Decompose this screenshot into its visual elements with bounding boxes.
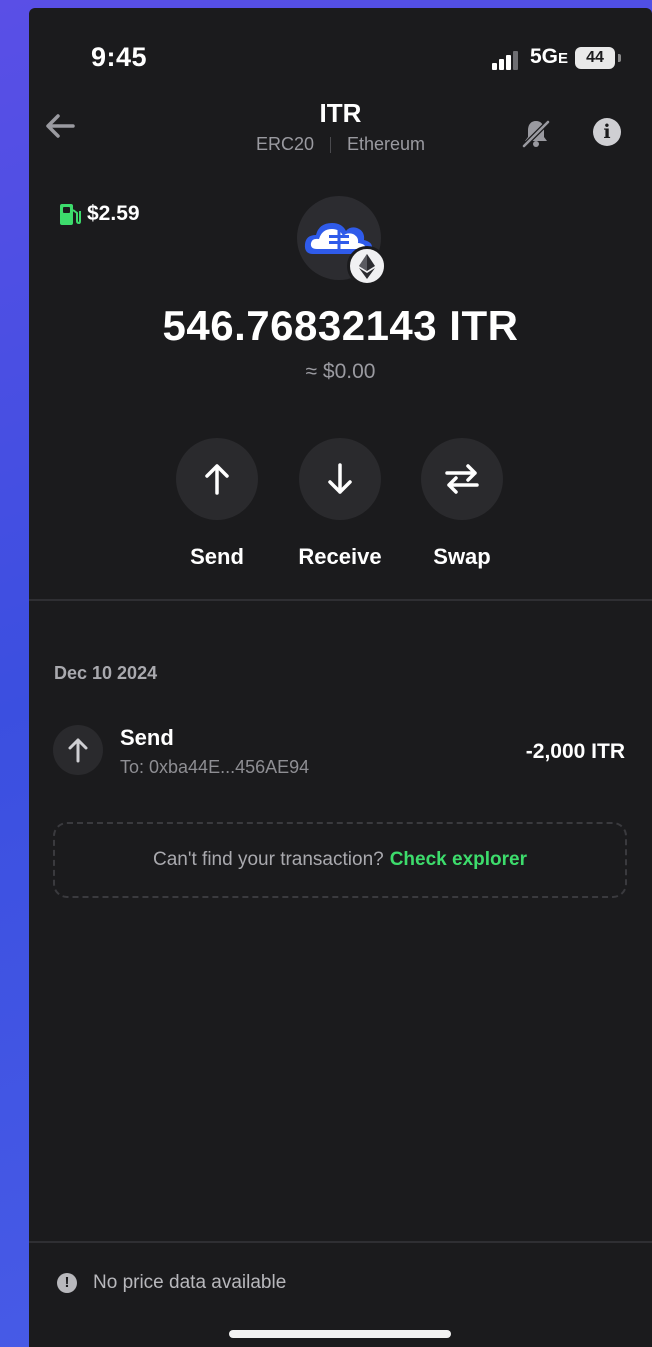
token-standard: ERC20 <box>255 134 314 154</box>
explorer-prompt: Can't find your transaction? Check explor… <box>53 822 627 898</box>
price-notice: ! No price data available <box>57 1268 286 1298</box>
gas-pump-icon <box>60 204 81 225</box>
token-network: Ethereum <box>346 134 426 154</box>
network-indicator: 5GE <box>530 45 569 68</box>
transaction-title: Send <box>120 725 174 750</box>
footer-divider <box>29 1241 652 1243</box>
swap-button[interactable]: Swap <box>420 438 504 570</box>
transaction-amount: -2,000 ITR <box>525 740 625 763</box>
gas-fee-amount: $2.59 <box>87 202 140 225</box>
explorer-question: Can't find your transaction? <box>153 849 384 870</box>
token-balance: 546.76832143 ITR <box>162 302 519 349</box>
subtitle-divider <box>329 137 331 154</box>
swap-arrows-icon <box>445 464 479 494</box>
send-button[interactable]: Send <box>175 438 259 570</box>
swap-label: Swap <box>433 544 491 569</box>
info-icon[interactable]: i <box>593 118 621 146</box>
signal-icon <box>492 51 518 70</box>
transaction-icon <box>53 725 103 775</box>
price-notice-text: No price data available <box>93 1272 287 1293</box>
receive-circle[interactable] <box>299 438 381 520</box>
nav-bar: ITR ERC20 Ethereum i <box>29 96 652 166</box>
page-title: ITR <box>319 98 362 128</box>
battery-cap <box>618 54 621 62</box>
home-indicator[interactable] <box>229 1330 451 1338</box>
gas-fee[interactable]: $2.59 <box>59 200 140 228</box>
transaction-recipient: To: 0xba44E...456AE94 <box>120 757 310 777</box>
arrow-up-icon <box>68 738 88 763</box>
wallet-screen: 9:45 5GE 44 ITR ERC20 Ethereum i $2.59 5… <box>29 8 652 1347</box>
arrow-up-icon <box>205 464 229 495</box>
send-label: Send <box>190 544 244 569</box>
token-subtitle: ERC20 Ethereum <box>29 134 652 155</box>
status-bar: 9:45 5GE 44 <box>29 8 652 98</box>
battery-icon: 44 <box>575 47 615 69</box>
status-time: 9:45 <box>91 42 148 72</box>
divider <box>29 599 652 601</box>
send-circle[interactable] <box>176 438 258 520</box>
fiat-balance: ≈ $0.00 <box>305 360 376 383</box>
receive-label: Receive <box>298 544 382 569</box>
receive-button[interactable]: Receive <box>298 438 382 570</box>
swap-circle[interactable] <box>421 438 503 520</box>
transaction-row[interactable]: Send To: 0xba44E...456AE94 -2,000 ITR <box>29 713 652 783</box>
ethereum-badge <box>347 246 387 286</box>
check-explorer-link[interactable]: Check explorer <box>390 849 527 870</box>
bell-slash-icon[interactable] <box>519 116 553 150</box>
ethereum-icon <box>359 254 375 279</box>
alert-icon: ! <box>57 1273 77 1293</box>
arrow-down-icon <box>328 463 352 494</box>
history-date: Dec 10 2024 <box>54 663 158 683</box>
